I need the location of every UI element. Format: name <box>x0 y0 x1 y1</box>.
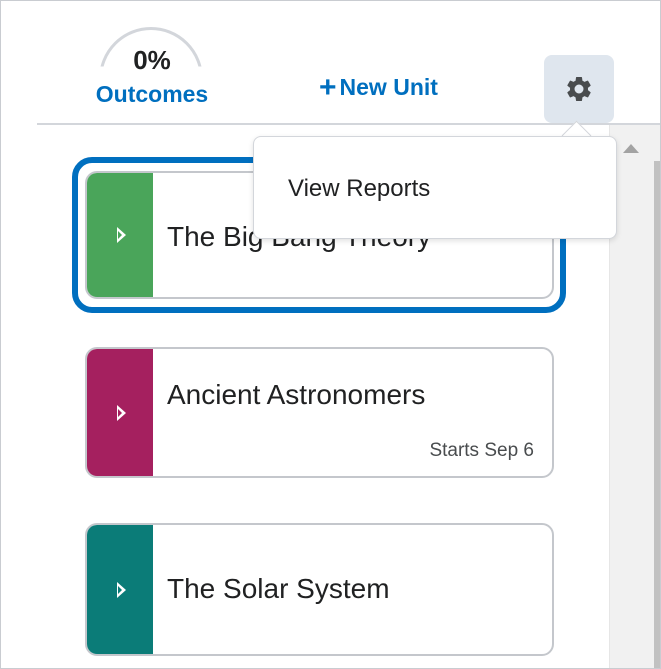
play-icon <box>117 227 126 243</box>
scroll-up-arrow-icon[interactable] <box>623 144 639 153</box>
unit-title: Ancient Astronomers <box>167 379 426 410</box>
new-unit-button[interactable]: + New Unit <box>319 69 438 104</box>
scrollbar-thumb[interactable] <box>654 161 660 668</box>
settings-button[interactable] <box>544 55 614 123</box>
outcomes-progress-arc <box>99 27 203 67</box>
unit-start-date: Starts Sep 6 <box>429 440 534 461</box>
play-icon <box>117 581 126 598</box>
unit-title: The Solar System <box>167 573 390 604</box>
outcomes-percent: 0% <box>133 45 171 75</box>
unit-card-ancient-astronomers[interactable]: Ancient Astronomers Starts Sep 6 <box>85 347 554 478</box>
outcomes-link[interactable]: Outcomes <box>93 81 211 108</box>
unit-color-strip <box>87 525 153 654</box>
unit-color-strip <box>87 173 153 297</box>
unit-color-strip <box>87 349 153 476</box>
gear-icon <box>567 76 591 101</box>
header-divider <box>37 123 660 125</box>
play-icon <box>117 404 126 421</box>
units-panel: 0% Outcomes +New Unit The Big Bang Theor… <box>0 0 661 669</box>
new-unit-label: New Unit <box>339 74 438 100</box>
plus-icon: + <box>319 71 337 104</box>
menu-item-view-reports[interactable]: View Reports <box>288 175 430 203</box>
settings-dropdown-menu: View Reports <box>253 136 617 239</box>
outcomes-widget[interactable]: 0% Outcomes <box>93 27 211 117</box>
unit-card-solar-system[interactable]: The Solar System <box>85 523 554 656</box>
